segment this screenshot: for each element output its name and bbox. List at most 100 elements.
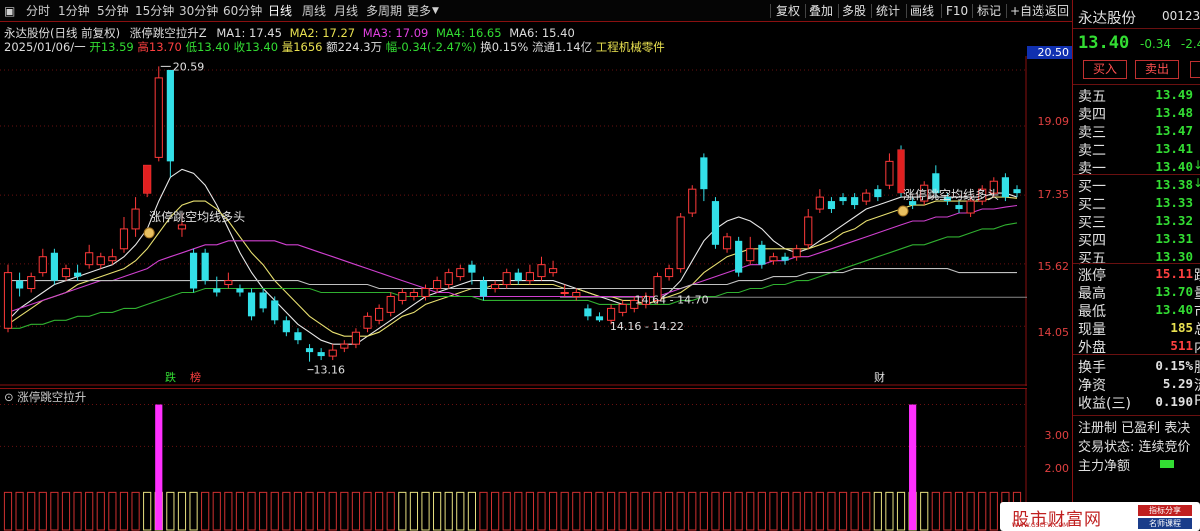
candle-body [224, 280, 233, 286]
tab-more[interactable]: 更多 [407, 3, 431, 19]
ask-value: 13.48 [1155, 105, 1193, 120]
tab-fenshi[interactable]: 分时 [26, 3, 50, 19]
sector-value[interactable]: 工程机械零件 [596, 40, 665, 54]
more-dropdown-icon[interactable]: ▼ [432, 3, 439, 19]
stat-value: 511 [1170, 338, 1193, 353]
sub-bar-outline [722, 491, 732, 531]
indicator-subchart[interactable] [0, 388, 1027, 531]
tab-multi-period[interactable]: 多周期 [366, 3, 402, 19]
candle-body [119, 228, 129, 250]
sub-bar-outline [896, 491, 906, 531]
sub-bar-outline [514, 491, 523, 531]
sub-bar-outline [769, 491, 778, 531]
ma6-value: MA6: 15.40 [509, 26, 575, 40]
sub-bar-outline [85, 491, 94, 531]
sub-axis-label-3: 3.00 [1044, 429, 1070, 442]
tab-daily[interactable]: 日线 [268, 3, 292, 19]
candle-body [1013, 189, 1021, 194]
candle-body [201, 252, 209, 281]
stats-button[interactable]: 统计 [876, 3, 900, 19]
candle-body [294, 332, 302, 341]
draw-line-button[interactable]: 画线 [910, 3, 934, 19]
candle-body [409, 291, 419, 297]
sub-bar-outline [815, 491, 824, 531]
stat-label: 最低 [1078, 304, 1106, 320]
sub-bar-outline [119, 491, 129, 531]
candle-body [236, 288, 244, 293]
sub-bar-outline [177, 491, 187, 531]
sub-bar-outline [699, 491, 708, 531]
stat-value: 13.40 [1155, 302, 1193, 317]
tab-5min[interactable]: 5分钟 [97, 3, 129, 19]
candlestick-chart[interactable]: 20.59 13.16 14.16 - 14.22 14.64 - 14.70 … [0, 56, 1027, 386]
sell-button[interactable]: 卖出 [1135, 60, 1179, 79]
sub-bar-outline [224, 491, 233, 531]
tab-1min[interactable]: 1分钟 [58, 3, 90, 19]
period-toolbar: ▣ 分时 1分钟 5分钟 15分钟 30分钟 60分钟 日线 周线 月线 多周期… [0, 0, 1072, 22]
sub-bar-outline [108, 491, 117, 531]
candle-body [862, 192, 871, 202]
down-arrow-icon: ↓ [1193, 158, 1200, 172]
buy-button[interactable]: 买入 [1083, 60, 1127, 79]
candle-body [16, 280, 24, 289]
sub-bar-outline [73, 491, 82, 531]
sub-bar-outline [862, 491, 871, 531]
candle-body [154, 77, 163, 158]
ask-label: 卖四 [1078, 107, 1106, 123]
tag-cai[interactable]: 财 [874, 370, 885, 384]
candle-body [351, 331, 361, 345]
candle-body [560, 291, 569, 294]
subchart-indicator-name[interactable]: 涨停跳空拉升 [17, 390, 86, 404]
stat-row: 外盘511内 [1078, 337, 1200, 356]
candle-body [375, 307, 384, 321]
bid-value: 13.31 [1155, 231, 1193, 246]
ma-line-4 [8, 222, 1018, 329]
candle-body [874, 189, 882, 198]
candle-body [758, 244, 766, 265]
candle-body [27, 276, 36, 290]
sub-bar-outline [746, 491, 755, 531]
ask-label: 卖五 [1078, 89, 1106, 105]
f10-button[interactable]: F10 [946, 3, 968, 19]
float-value: 流通1.14亿 [532, 40, 593, 54]
sub-bar-outline [328, 491, 337, 531]
tab-60min[interactable]: 60分钟 [223, 3, 262, 19]
sub-bar-outline [850, 491, 859, 531]
candle-body [1001, 177, 1009, 198]
candle-body [340, 343, 349, 349]
mark-button[interactable]: 标记 [977, 3, 1001, 19]
tag-bang[interactable]: 榜 [190, 370, 201, 384]
stat-row: 最高 13.70量 [1078, 283, 1200, 302]
panel-change-abs: -0.34 [1140, 37, 1172, 51]
indicator-name[interactable]: 涨停跳空拉升Z [130, 26, 207, 40]
axis-label-1909: 19.09 [1037, 115, 1070, 128]
stat-cut: 总 [1194, 319, 1200, 339]
fin-row: 换手 0.15%股 [1078, 357, 1200, 377]
tab-15min[interactable]: 15分钟 [135, 3, 174, 19]
back-button[interactable]: 返回 [1045, 3, 1069, 19]
sub-bar-outline [340, 491, 349, 531]
sub-bar-outline [247, 491, 256, 531]
tab-weekly[interactable]: 周线 [302, 3, 326, 19]
fin-cut: 股 [1194, 357, 1200, 377]
open-value: 开13.59 [89, 40, 134, 54]
tab-monthly[interactable]: 月线 [334, 3, 358, 19]
toolbar-icon[interactable]: ▣ [4, 3, 15, 19]
candle-body [781, 256, 789, 261]
fin-value: 0.15% [1155, 358, 1193, 373]
fuquan-button[interactable]: 复权 [776, 3, 800, 19]
candle-body [247, 292, 256, 317]
candle-body [711, 201, 720, 245]
multi-stock-button[interactable]: 多股 [842, 3, 866, 19]
collapse-icon[interactable]: ⊙ [4, 390, 14, 404]
signal-label-2: 涨停跳空均线多头 [903, 187, 999, 202]
add-watchlist-button[interactable]: +自选 [1010, 3, 1044, 19]
candle-body [50, 252, 58, 281]
overlay-button[interactable]: 叠加 [809, 3, 833, 19]
panel-extra-button[interactable] [1190, 61, 1200, 78]
sub-bar-outline [143, 491, 152, 531]
sub-bar-outline [931, 491, 940, 531]
sub-bar-outline [664, 491, 674, 531]
tag-die[interactable]: 跌 [165, 370, 176, 384]
tab-30min[interactable]: 30分钟 [179, 3, 218, 19]
